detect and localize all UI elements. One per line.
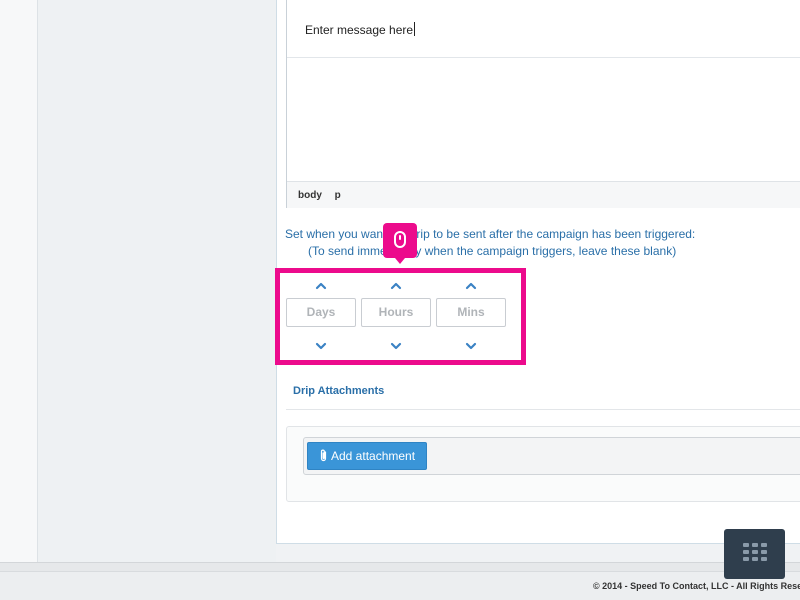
- days-input[interactable]: Days: [286, 298, 356, 327]
- grid-menu-button[interactable]: [724, 529, 785, 579]
- chevron-up-icon: [315, 282, 327, 290]
- hours-decrement-button[interactable]: [390, 340, 402, 352]
- message-editor[interactable]: Enter message here body p: [286, 0, 800, 208]
- hours-input[interactable]: Hours: [361, 298, 431, 327]
- time-picker-highlight: Days Hours Mins: [275, 268, 526, 365]
- mouse-icon: [394, 231, 406, 248]
- drip-attachments-title: Drip Attachments: [293, 385, 385, 397]
- paperclip-icon: [320, 449, 327, 462]
- attachments-dropzone: Add attachment: [303, 437, 800, 475]
- path-item-body[interactable]: body: [298, 190, 322, 201]
- attachments-panel: Add attachment: [286, 426, 800, 502]
- mins-picker: Mins: [436, 273, 506, 360]
- divider: [286, 409, 800, 410]
- left-gutter: [0, 0, 38, 562]
- instruction-line-2: (To send immediately when the campaign t…: [308, 244, 677, 258]
- mins-increment-button[interactable]: [465, 280, 477, 292]
- days-decrement-button[interactable]: [315, 340, 327, 352]
- click-indicator-tooltip: [383, 223, 417, 264]
- message-text: Enter message here: [305, 23, 414, 37]
- text-caret: [414, 22, 416, 36]
- element-path: body p: [298, 190, 351, 201]
- chevron-down-icon: [390, 342, 402, 350]
- chevron-down-icon: [465, 342, 477, 350]
- hours-picker: Hours: [361, 273, 431, 360]
- path-item-p[interactable]: p: [335, 190, 341, 201]
- add-attachment-label: Add attachment: [331, 449, 416, 463]
- chevron-up-icon: [465, 282, 477, 290]
- instruction-line-1: Set when you want the drip to be sent af…: [285, 227, 696, 241]
- grid-icon: [743, 543, 767, 561]
- editor-statusbar: body p: [287, 181, 800, 208]
- footer: © 2014 - Speed To Contact, LLC - All Rig…: [0, 562, 800, 600]
- add-attachment-button[interactable]: Add attachment: [307, 442, 428, 470]
- editor-content-area[interactable]: Enter message here: [287, 0, 800, 58]
- hours-increment-button[interactable]: [390, 280, 402, 292]
- chevron-down-icon: [315, 342, 327, 350]
- days-picker: Days: [286, 273, 356, 360]
- sidebar: [38, 0, 276, 562]
- days-increment-button[interactable]: [315, 280, 327, 292]
- drip-attachments-section: Drip Attachments Add attachment: [286, 374, 800, 502]
- mins-input[interactable]: Mins: [436, 298, 506, 327]
- mins-decrement-button[interactable]: [465, 340, 477, 352]
- copyright-text: © 2014 - Speed To Contact, LLC - All Rig…: [593, 581, 800, 591]
- chevron-up-icon: [390, 282, 402, 290]
